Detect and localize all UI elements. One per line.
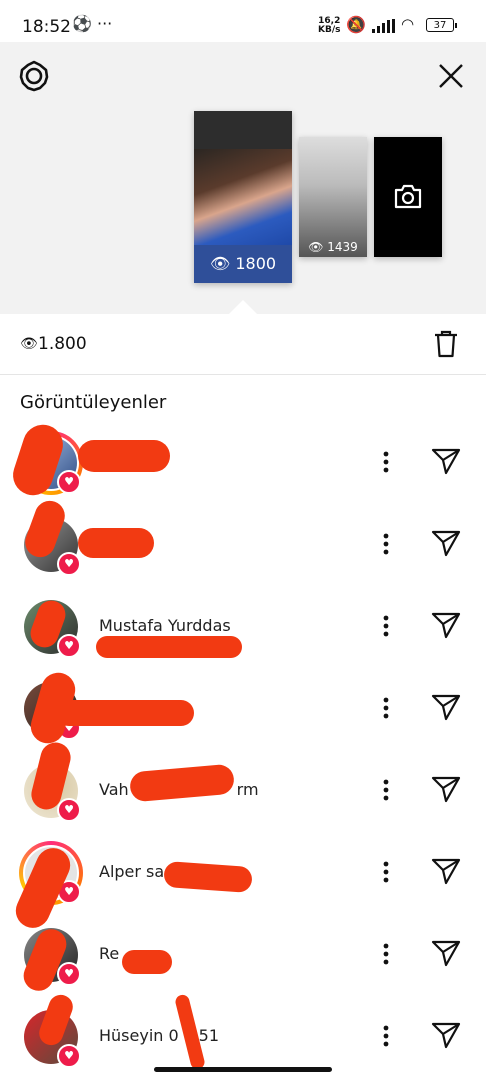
- selection-pointer: [229, 300, 257, 314]
- eye-icon: 👁: [209, 254, 231, 273]
- more-options-icon[interactable]: [376, 694, 396, 722]
- viewer-name-head: Vah: [99, 780, 129, 799]
- story-thumbnail[interactable]: 👁 1439: [299, 137, 367, 257]
- send-icon[interactable]: [431, 939, 461, 967]
- heart-icon: ♥: [57, 634, 81, 658]
- network-speed-unit: KB/s: [318, 25, 341, 35]
- eye-icon: 👁: [20, 336, 38, 352]
- view-count-row: 👁 1.800: [0, 314, 486, 375]
- gear-icon[interactable]: [18, 60, 50, 92]
- viewer-name[interactable]: Re: [99, 944, 119, 963]
- heart-icon: ♥: [57, 470, 81, 494]
- send-icon[interactable]: [431, 1021, 461, 1049]
- heart-icon: ♥: [57, 1044, 81, 1068]
- network-speed: 16,2 KB/s: [318, 17, 340, 35]
- viewer-row[interactable]: ♥ Mustafa Yurddas: [0, 594, 486, 676]
- more-options-icon[interactable]: [376, 530, 396, 558]
- redaction-mark: [122, 950, 172, 974]
- viewer-name-head: Hüseyin 0: [99, 1026, 179, 1045]
- more-options-icon[interactable]: [376, 448, 396, 476]
- more-options-icon[interactable]: [376, 940, 396, 968]
- viewer-row[interactable]: ♥ Hüseyin 0 51: [0, 1004, 486, 1086]
- story-thumbnail-selected[interactable]: 👁 1800: [194, 111, 292, 283]
- send-icon[interactable]: [431, 693, 461, 721]
- viewers-heading: Görüntüleyenler: [20, 392, 167, 413]
- send-icon[interactable]: [431, 529, 461, 557]
- viewer-name[interactable]: Mustafa Yurddas: [99, 616, 231, 635]
- close-icon[interactable]: [438, 63, 464, 89]
- viewer-name[interactable]: Hüseyin 0 51: [99, 1026, 219, 1045]
- viewer-row[interactable]: ♥: [0, 430, 486, 512]
- more-options-icon[interactable]: [376, 1022, 396, 1050]
- story-views: 1800: [235, 254, 277, 273]
- viewer-name[interactable]: Alper sa: [99, 862, 164, 881]
- eye-icon: 👁: [308, 240, 324, 254]
- story-views-bar: 👁 1800: [194, 245, 292, 283]
- story-views-label: 👁 1439: [299, 240, 367, 254]
- viewer-name-tail: 51: [198, 1026, 220, 1045]
- viewer-row[interactable]: ♥ Re: [0, 922, 486, 1004]
- redaction-mark: [78, 440, 170, 472]
- story-top-strip: [194, 111, 292, 149]
- heart-icon: ♥: [57, 552, 81, 576]
- send-icon[interactable]: [431, 447, 461, 475]
- more-options-icon[interactable]: [376, 858, 396, 886]
- trash-icon[interactable]: [434, 330, 458, 358]
- more-options-icon[interactable]: [376, 612, 396, 640]
- battery-icon: 37: [426, 18, 457, 32]
- heart-icon: ♥: [57, 962, 81, 986]
- status-bar: 18:52 ⚽ ··· 16,2 KB/s 🔕 ◠ 37: [0, 0, 486, 42]
- camera-icon: [394, 184, 422, 209]
- status-time: 18:52: [22, 17, 71, 37]
- send-icon[interactable]: [431, 857, 461, 885]
- redaction-mark: [78, 528, 154, 558]
- view-count: 1.800: [38, 334, 87, 354]
- wifi-icon: ◠: [401, 15, 415, 33]
- viewer-row[interactable]: ♥ Vah rm: [0, 758, 486, 840]
- signal-icon: [372, 19, 395, 33]
- mute-icon: 🔕: [346, 15, 366, 34]
- redaction-mark: [96, 636, 242, 658]
- heart-icon: ♥: [57, 798, 81, 822]
- home-indicator[interactable]: [154, 1067, 332, 1072]
- more-options-icon[interactable]: [376, 776, 396, 804]
- story-photo: [194, 149, 292, 245]
- story-views: 1439: [327, 240, 358, 254]
- send-icon[interactable]: [431, 611, 461, 639]
- send-icon[interactable]: [431, 775, 461, 803]
- redaction-mark: [56, 700, 194, 726]
- viewer-name-tail: rm: [236, 780, 259, 799]
- add-story-button[interactable]: [374, 137, 442, 257]
- viewer-row[interactable]: ♥: [0, 512, 486, 594]
- notification-icons: ⚽ ···: [72, 14, 113, 33]
